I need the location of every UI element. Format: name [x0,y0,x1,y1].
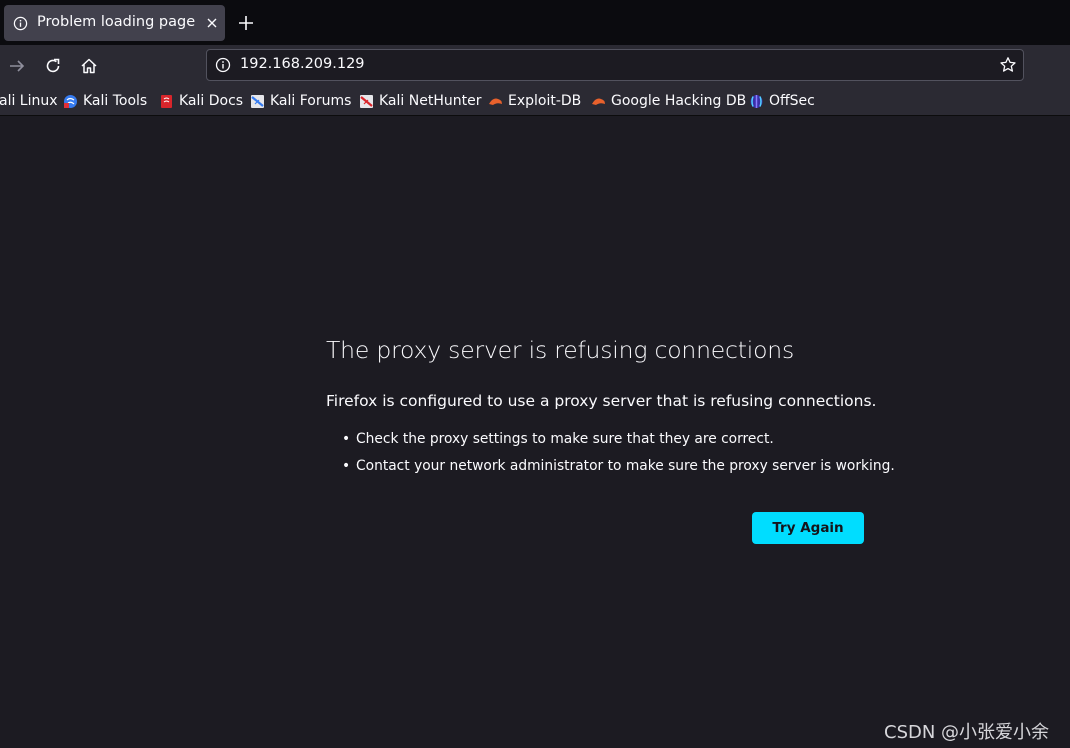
bookmark-star-icon[interactable] [999,56,1017,74]
url-bar[interactable]: 192.168.209.129 [206,49,1024,81]
offsec-icon [750,94,763,108]
bookmark-exploit-db[interactable]: Exploit-DB [488,91,581,111]
forward-arrow-icon[interactable] [7,56,27,76]
tab-strip: Problem loading page [0,0,1070,45]
bookmarks-toolbar: ali Linux Kali Tools Kali Docs Kali Foru… [0,87,1070,116]
error-suggestion-item: Contact your network administrator to ma… [342,457,895,484]
bookmark-kali-docs[interactable]: Kali Docs [159,91,243,111]
watermark: CSDN @小张爱小余 [884,722,1050,743]
kali-tools-icon [64,94,77,108]
bookmark-kali-linux[interactable]: ali Linux [0,91,58,111]
error-description: Firefox is configured to use a proxy ser… [326,392,877,410]
bookmark-label: Kali NetHunter [379,93,482,109]
bookmark-kali-nethunter[interactable]: Kali NetHunter [359,91,481,111]
error-title: The proxy server is refusing connections [326,336,795,364]
bookmark-label: Exploit-DB [508,93,582,109]
bookmark-label: Kali Forums [270,93,352,109]
site-info-icon[interactable] [215,57,231,73]
ghdb-icon [592,98,605,105]
tab-title: Problem loading page [37,14,196,30]
reload-icon[interactable] [43,56,63,76]
kali-docs-icon [161,94,172,108]
exploit-db-icon [489,98,502,105]
kali-nethunter-icon [360,94,373,108]
bookmark-label: OffSec [769,93,815,109]
close-icon[interactable] [206,17,218,29]
error-suggestions-list: Check the proxy settings to make sure th… [342,430,895,484]
bookmark-label: Kali Tools [83,93,148,109]
info-icon [13,16,28,31]
home-icon[interactable] [79,56,99,76]
bookmark-offsec[interactable]: OffSec [749,91,815,111]
bookmark-label: Kali Docs [179,93,244,109]
bookmark-label: Google Hacking DB [611,93,747,109]
bookmark-kali-tools[interactable]: Kali Tools [63,91,147,111]
bookmark-label: ali Linux [0,93,58,109]
try-again-button[interactable]: Try Again [752,512,864,544]
url-text[interactable]: 192.168.209.129 [240,56,365,72]
bookmark-google-hacking-db[interactable]: Google Hacking DB [591,91,746,111]
tab-problem-loading[interactable]: Problem loading page [4,5,225,41]
bookmark-kali-forums[interactable]: Kali Forums [250,91,351,111]
kali-forums-icon [251,94,264,108]
error-suggestion-item: Check the proxy settings to make sure th… [342,430,895,457]
new-tab-plus-icon[interactable] [238,15,254,31]
